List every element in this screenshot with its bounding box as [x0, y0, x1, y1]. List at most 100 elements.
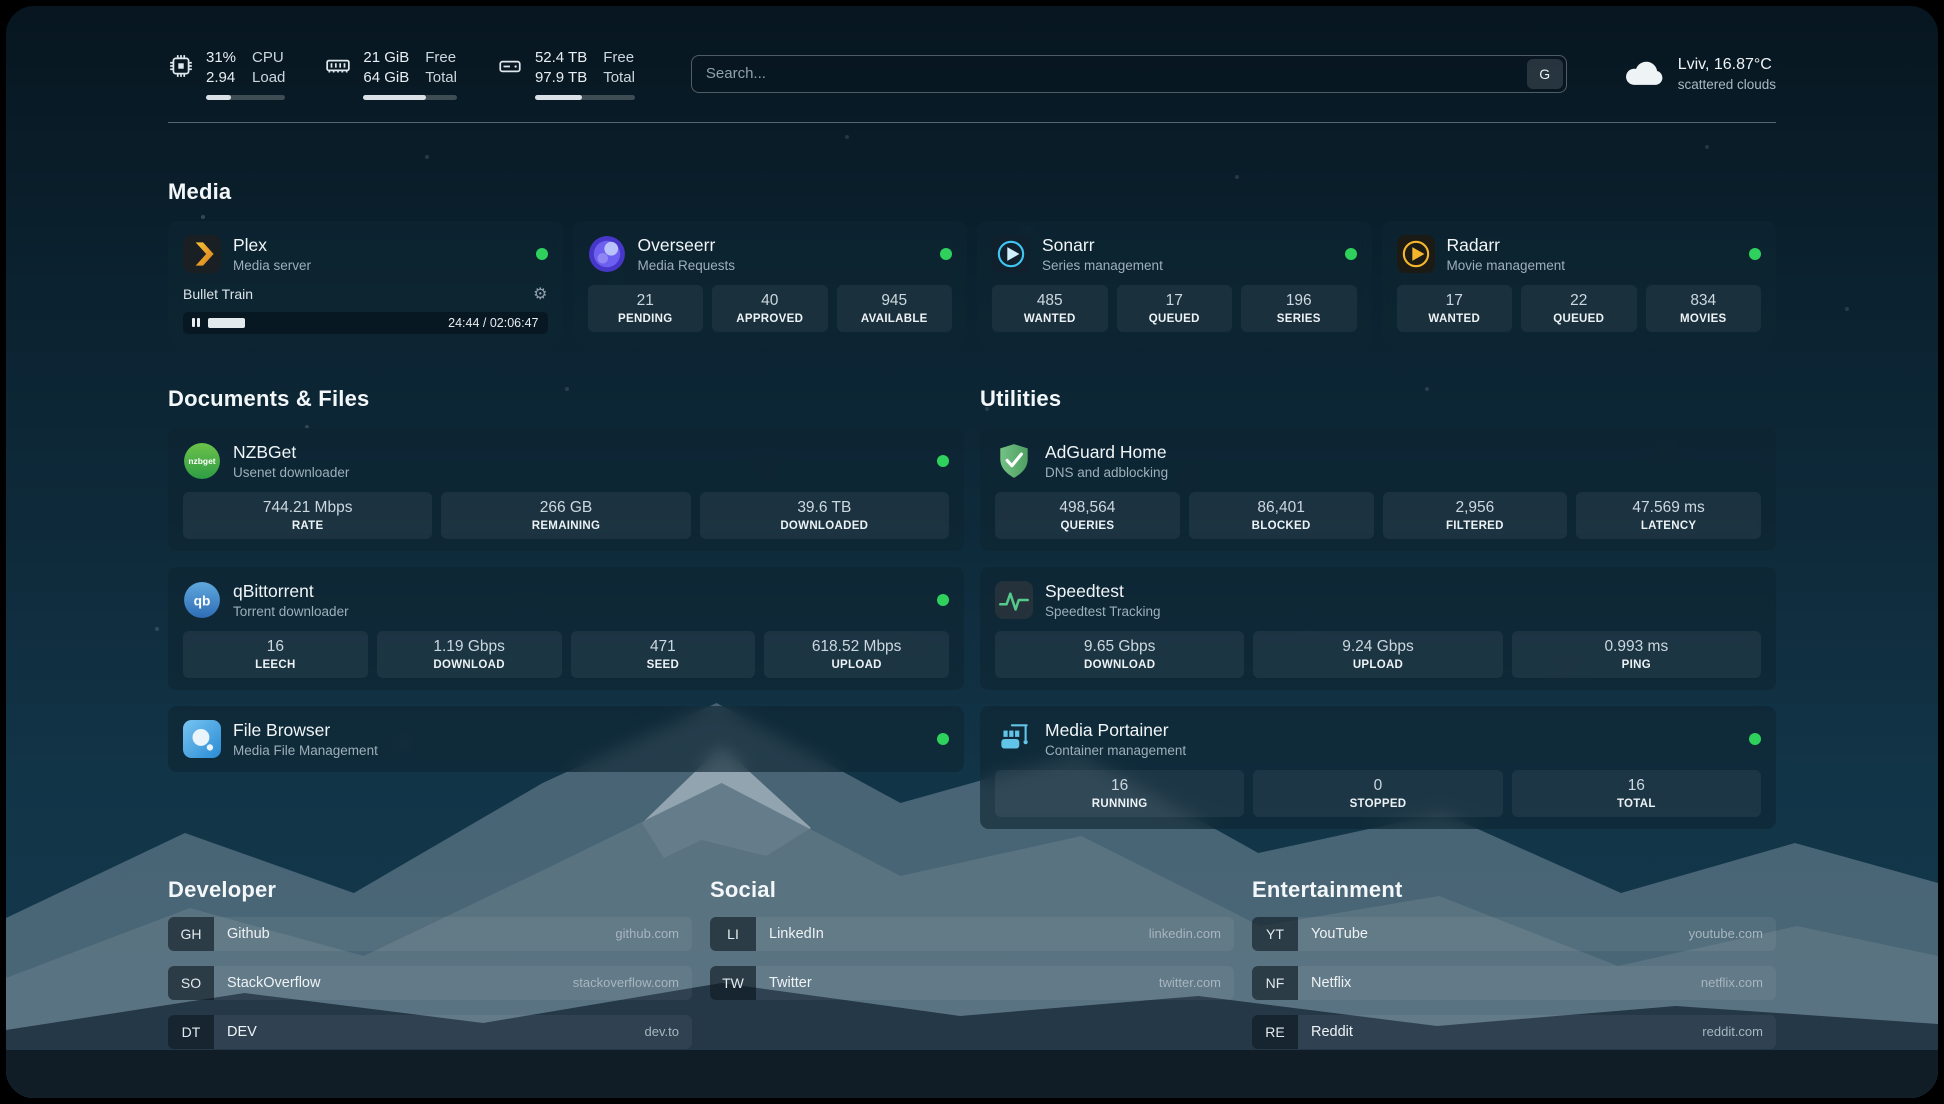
now-playing-bar: 24:44 / 02:06:47 — [183, 312, 548, 334]
disk-usage-fill — [535, 95, 582, 100]
stat-pending: 21 PENDING — [588, 285, 704, 332]
stat-total: 16 TOTAL — [1512, 770, 1761, 817]
cpu-load-label: Load — [252, 68, 285, 88]
bookmark-url: dev.to — [645, 1024, 679, 1039]
bookmark-url: netflix.com — [1701, 975, 1763, 990]
cpu-percent-value: 31% — [206, 48, 236, 68]
bookmark-name: LinkedIn — [769, 926, 824, 942]
section-title-entertainment: Entertainment — [1252, 877, 1776, 903]
service-card-speedtest[interactable]: Speedtest Speedtest Tracking 9.65 Gbps D… — [980, 567, 1776, 690]
service-name: Speedtest — [1045, 581, 1161, 602]
service-card-radarr[interactable]: Radarr Movie management 17 WANTED 22 QUE… — [1382, 221, 1777, 346]
service-card-filebrowser[interactable]: File Browser Media File Management — [168, 706, 964, 772]
bookmark-abbr: RE — [1252, 1015, 1298, 1049]
stat-downloaded: 39.6 TB DOWNLOADED — [700, 492, 949, 539]
bookmark-abbr: LI — [710, 917, 756, 951]
cpu-usage-fill — [206, 95, 231, 100]
service-subtitle: Media Requests — [638, 258, 736, 273]
service-name: qBittorrent — [233, 581, 349, 602]
status-dot — [536, 248, 548, 260]
bookmark-abbr: SO — [168, 966, 214, 1000]
stat-available: 945 AVAILABLE — [837, 285, 953, 332]
svg-text:qb: qb — [194, 593, 211, 608]
disk-usage-bar — [535, 95, 635, 100]
search-input[interactable] — [691, 55, 1567, 93]
status-dot — [1345, 248, 1357, 260]
service-name: Radarr — [1447, 235, 1566, 256]
sonarr-icon — [992, 235, 1030, 273]
bookmark-linkedin[interactable]: LI LinkedIn linkedin.com — [710, 917, 1234, 951]
stat-blocked: 86,401 BLOCKED — [1189, 492, 1374, 539]
disk-free-label: Free — [603, 48, 635, 68]
memory-usage-fill — [363, 95, 426, 100]
memory-widget: 21 GiB 64 GiB Free Total — [325, 48, 457, 100]
stat-movies: 834 MOVIES — [1646, 285, 1762, 332]
status-dot — [1749, 248, 1761, 260]
service-name: Plex — [233, 235, 311, 256]
playback-progress-track — [208, 318, 441, 328]
bookmark-name: Twitter — [769, 975, 812, 991]
service-card-portainer[interactable]: Media Portainer Container management 16 … — [980, 706, 1776, 829]
bookmark-abbr: GH — [168, 917, 214, 951]
service-card-plex[interactable]: Plex Media server Bullet Train ⚙ 24:44 /… — [168, 221, 563, 346]
service-card-adguard[interactable]: AdGuard Home DNS and adblocking 498,564 … — [980, 428, 1776, 551]
disk-free-value: 52.4 TB — [535, 48, 587, 68]
service-subtitle: Container management — [1045, 743, 1186, 758]
stat-remaining: 266 GB REMAINING — [441, 492, 690, 539]
documents-group: Documents & Files nzbget — [168, 386, 964, 772]
stat-download: 1.19 Gbps DOWNLOAD — [377, 631, 562, 678]
gear-icon[interactable]: ⚙ — [533, 284, 547, 304]
memory-usage-bar — [363, 95, 457, 100]
bookmark-twitter[interactable]: TW Twitter twitter.com — [710, 966, 1234, 1000]
weather-condition: scattered clouds — [1678, 77, 1776, 92]
bookmark-reddit[interactable]: RE Reddit reddit.com — [1252, 1015, 1776, 1049]
service-subtitle: Media File Management — [233, 743, 378, 758]
bookmark-name: Reddit — [1311, 1024, 1353, 1040]
stat-approved: 40 APPROVED — [712, 285, 828, 332]
cpu-usage-bar — [206, 95, 285, 100]
bookmark-stackoverflow[interactable]: SO StackOverflow stackoverflow.com — [168, 966, 692, 1000]
bookmark-url: github.com — [615, 926, 679, 941]
bookmark-url: reddit.com — [1702, 1024, 1763, 1039]
radarr-icon — [1397, 235, 1435, 273]
service-card-qbittorrent[interactable]: qb qBittorrent Torrent downloader — [168, 567, 964, 690]
header-divider — [168, 122, 1776, 123]
service-card-nzbget[interactable]: nzbget NZBGet Usenet downloader 74 — [168, 428, 964, 551]
cpu-widget: 31% 2.94 CPU Load — [168, 48, 285, 100]
service-subtitle: Series management — [1042, 258, 1163, 273]
disk-total-value: 97.9 TB — [535, 68, 587, 88]
stat-queries: 498,564 QUERIES — [995, 492, 1180, 539]
adguard-icon — [995, 442, 1033, 480]
now-playing-title: Bullet Train — [183, 286, 253, 302]
top-bar: 31% 2.94 CPU Load — [168, 48, 1776, 100]
bookmark-abbr: TW — [710, 966, 756, 1000]
stat-leech: 16 LEECH — [183, 631, 368, 678]
bookmark-github[interactable]: GH Github github.com — [168, 917, 692, 951]
bookmark-youtube[interactable]: YT YouTube youtube.com — [1252, 917, 1776, 951]
bookmark-dev[interactable]: DT DEV dev.to — [168, 1015, 692, 1049]
search-provider-button[interactable]: G — [1527, 59, 1563, 89]
section-title-documents: Documents & Files — [168, 386, 964, 412]
bookmark-group-social: Social LI LinkedIn linkedin.com TW Twitt… — [710, 877, 1234, 1000]
stat-queued: 17 QUEUED — [1117, 285, 1233, 332]
service-card-overseerr[interactable]: Overseerr Media Requests 21 PENDING 40 A… — [573, 221, 968, 346]
bookmark-group-entertainment: Entertainment YT YouTube youtube.com NF … — [1252, 877, 1776, 1049]
playback-time: 24:44 / 02:06:47 — [448, 316, 538, 330]
memory-total-value: 64 GiB — [363, 68, 409, 88]
stat-download: 9.65 Gbps DOWNLOAD — [995, 631, 1244, 678]
section-title-utilities: Utilities — [980, 386, 1776, 412]
bookmark-abbr: YT — [1252, 917, 1298, 951]
service-subtitle: DNS and adblocking — [1045, 465, 1168, 480]
service-card-sonarr[interactable]: Sonarr Series management 485 WANTED 17 Q… — [977, 221, 1372, 346]
service-name: AdGuard Home — [1045, 442, 1168, 463]
status-dot — [940, 248, 952, 260]
bookmark-url: youtube.com — [1689, 926, 1763, 941]
stat-wanted: 485 WANTED — [992, 285, 1108, 332]
section-title-social: Social — [710, 877, 1234, 903]
stat-running: 16 RUNNING — [995, 770, 1244, 817]
status-dot — [937, 455, 949, 467]
stat-filtered: 2,956 FILTERED — [1383, 492, 1568, 539]
bookmark-netflix[interactable]: NF Netflix netflix.com — [1252, 966, 1776, 1000]
utilities-group: Utilities — [980, 386, 1776, 829]
qbittorrent-icon: qb — [183, 581, 221, 619]
